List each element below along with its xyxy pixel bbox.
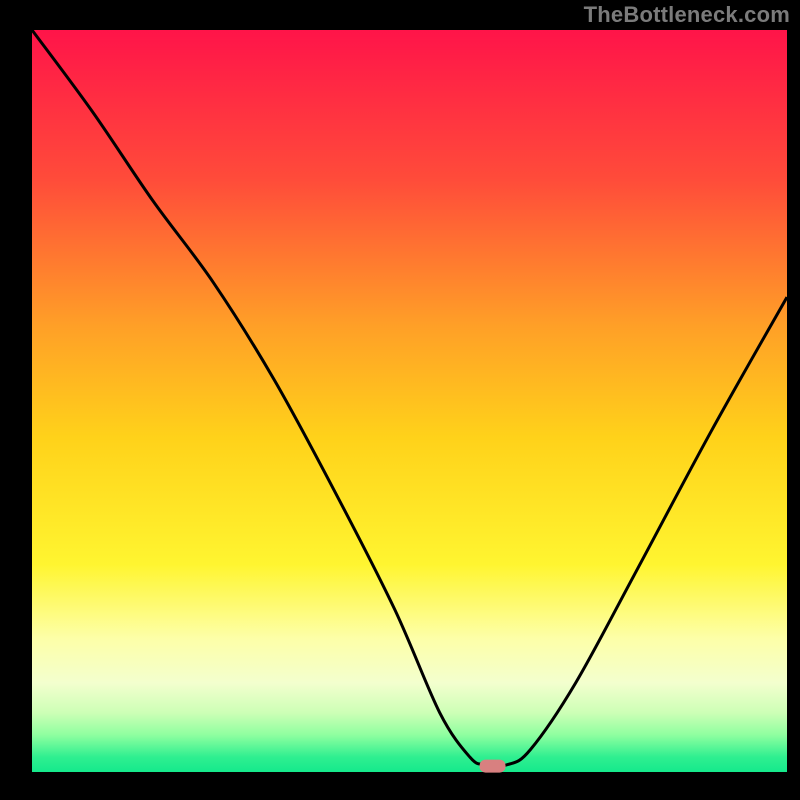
watermark-text: TheBottleneck.com bbox=[584, 2, 790, 28]
bottleneck-chart bbox=[0, 0, 800, 800]
plot-background bbox=[32, 30, 787, 772]
optimum-marker bbox=[480, 760, 506, 773]
chart-container: TheBottleneck.com bbox=[0, 0, 800, 800]
